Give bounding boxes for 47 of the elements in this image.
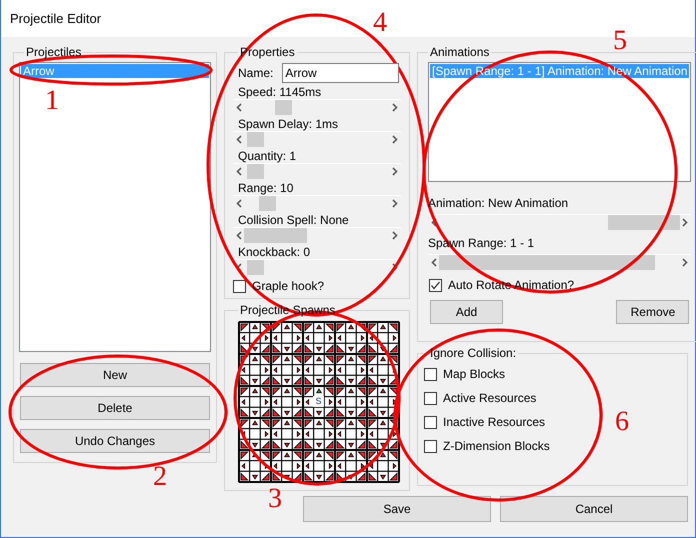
checkbox[interactable]	[233, 280, 246, 292]
button[interactable]: New	[20, 363, 210, 387]
slider-label: Speed: 1145ms	[238, 85, 322, 99]
checkbox-label: Inactive Resources	[443, 414, 546, 431]
annotation-number: 2	[153, 462, 167, 492]
scrollbar-thumb[interactable]	[259, 196, 276, 211]
slider-label: Spawn Delay: 1ms	[238, 117, 338, 131]
annotation-number: 5	[613, 26, 627, 56]
checkbox[interactable]	[424, 392, 437, 404]
name-field[interactable]: Arrow	[282, 63, 400, 83]
checkbox[interactable]	[424, 416, 437, 428]
name-label: Name:	[238, 65, 274, 82]
slider-label: Quantity: 1	[238, 149, 296, 163]
checkbox[interactable]	[424, 368, 437, 380]
group-title: Projectiles	[25, 44, 82, 61]
button[interactable]: Undo Changes	[20, 429, 210, 453]
scrollbar-thumb[interactable]	[608, 215, 680, 230]
checkbox[interactable]	[424, 440, 437, 452]
button[interactable]: Delete	[20, 396, 210, 420]
slider-label: Range: 10	[238, 181, 294, 195]
button[interactable]: Cancel	[500, 496, 688, 522]
annotation-number: 1	[45, 86, 59, 116]
scrollbar-thumb[interactable]	[244, 228, 307, 243]
annotation-number: 3	[268, 484, 282, 514]
button[interactable]: Add	[430, 300, 503, 324]
slider-label: Knockback: 0	[238, 245, 310, 259]
slider-label: Collision Spell: None	[238, 213, 349, 227]
checkbox-label: Z-Dimension Blocks	[443, 438, 550, 455]
checkbox-label: Active Resources	[443, 390, 536, 407]
checkbox[interactable]	[429, 278, 442, 292]
window-title: Projectile Editor	[10, 10, 102, 28]
scrollbar[interactable]	[233, 259, 401, 275]
scrollbar-thumb[interactable]	[246, 132, 264, 147]
annotation-number: 4	[373, 8, 387, 38]
annotation-number: 6	[615, 407, 629, 437]
scrollbar-thumb[interactable]	[274, 100, 292, 115]
spawn-marker: S	[313, 396, 324, 407]
checkbox-label: Graple hook?	[252, 278, 324, 295]
scrollbar-thumb[interactable]	[246, 164, 264, 179]
checkbox-label: Map Blocks	[443, 366, 506, 383]
scrollbar-thumb[interactable]	[439, 255, 655, 270]
checkbox-label: Auto Rotate Animation?	[448, 277, 574, 294]
group-title: Animations	[429, 44, 490, 61]
button[interactable]: Save	[303, 496, 491, 522]
button[interactable]: Remove	[616, 300, 690, 324]
group-title: Ignore Collision:	[429, 345, 518, 362]
scrollbar-thumb[interactable]	[246, 260, 264, 275]
